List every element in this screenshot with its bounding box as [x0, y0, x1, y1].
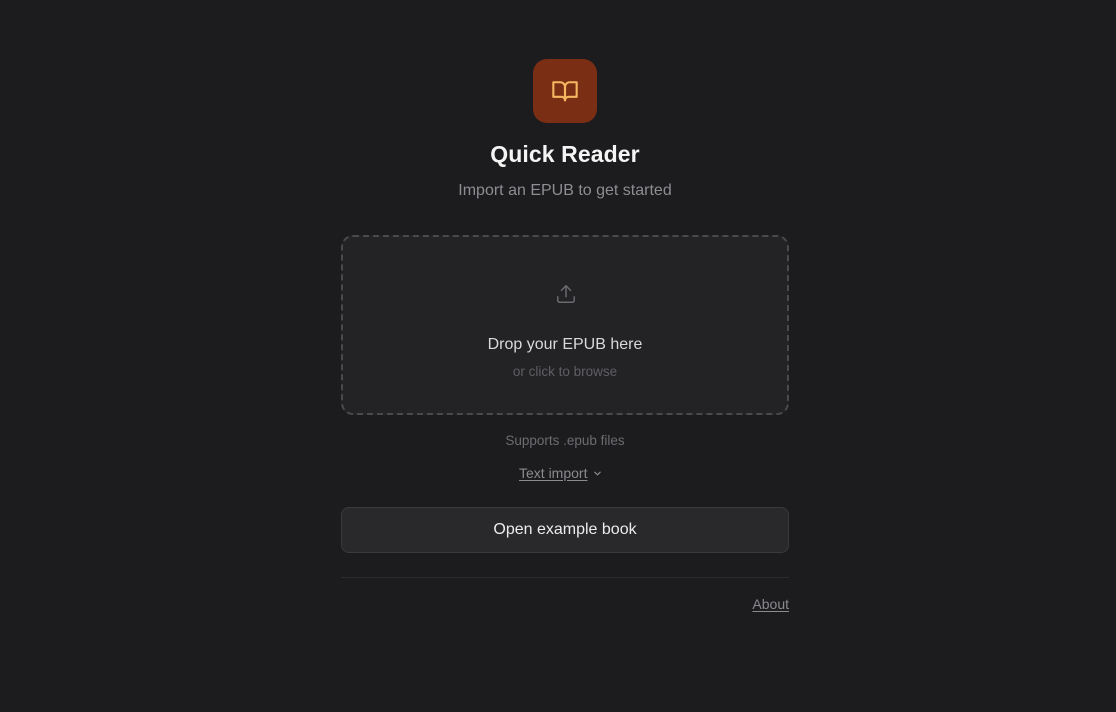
open-example-book-button[interactable]: Open example book — [341, 507, 789, 553]
chevron-down-icon — [594, 471, 602, 475]
dropzone-subtitle: or click to browse — [512, 364, 618, 379]
app-title: Quick Reader — [490, 141, 640, 167]
app-logo — [533, 59, 597, 123]
dropzone-title: Drop your EPUB here — [487, 336, 643, 353]
import-screen: Quick Reader Import an EPUB to get start… — [0, 0, 1116, 712]
footer-divider — [341, 577, 789, 578]
epub-dropzone[interactable]: Drop your EPUB here or click to browse — [341, 235, 789, 415]
text-import-label: Text import — [519, 465, 588, 481]
supported-formats-note: Supports .epub files — [505, 433, 625, 448]
text-import-toggle[interactable]: Text import — [519, 465, 602, 481]
app-subtitle: Import an EPUB to get started — [458, 182, 672, 199]
about-link[interactable]: About — [752, 596, 789, 612]
upload-icon — [557, 285, 575, 303]
book-open-icon — [552, 81, 578, 102]
